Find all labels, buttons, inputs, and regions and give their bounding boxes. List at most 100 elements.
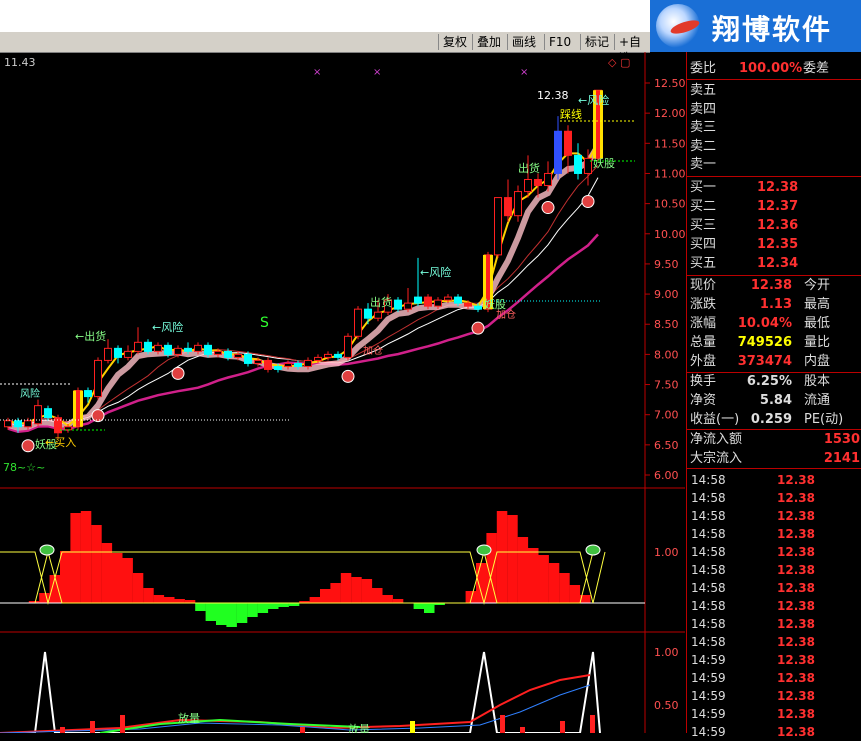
candle-body — [554, 130, 562, 174]
tick-price: 12.38 — [777, 491, 815, 505]
candle-body — [4, 420, 12, 428]
stat-label2: 最低 — [804, 316, 831, 331]
tick-row: 14:58 12.38 — [687, 489, 861, 507]
price-tick-label: 8.50 — [654, 318, 679, 331]
indicator1-bar — [340, 573, 352, 603]
tick-price: 12.38 — [777, 599, 815, 613]
top-marker-icon: × — [373, 67, 381, 78]
indicator1-bar — [548, 563, 560, 603]
tick-time: 14:58 — [691, 491, 726, 505]
tick-time: 14:58 — [691, 473, 726, 487]
tick-time: 14:59 — [691, 671, 726, 685]
candle-body — [504, 197, 512, 217]
tick-price: 12.38 — [777, 527, 815, 541]
buy-level-row: 买二 12.37 — [687, 198, 861, 216]
quote-panel: 委比 100.00% 委差 卖五 卖四 卖三 卖二 卖一 买一 12.38 买二 12.37 买… — [686, 52, 861, 739]
indicator1-bar — [382, 595, 393, 603]
chart-toolbar: 复权 叠加 画线 F10 标记 +自选 — [0, 32, 650, 65]
stat-label: 外盘 — [690, 354, 717, 369]
stat-label2: 今开 — [804, 278, 831, 293]
indicator1-bar — [559, 573, 570, 603]
price-tick-label: 6.00 — [654, 469, 679, 482]
tick-row: 14:59 12.38 — [687, 687, 861, 705]
stat2-row: 换手 6.25% 股本 — [687, 373, 861, 391]
stat2-label: 净资 — [690, 393, 717, 408]
candle-body — [344, 335, 352, 358]
candle-body — [94, 359, 102, 398]
indicator1-bar — [91, 525, 102, 603]
tick-time: 14:58 — [691, 563, 726, 577]
indicator1-bar — [164, 597, 175, 603]
logo-text: 翔博软件 — [712, 13, 833, 46]
indicator1-bar — [476, 563, 487, 603]
tick-row: 14:58 12.38 — [687, 525, 861, 543]
candle-body — [204, 344, 212, 355]
logo-globe-icon — [656, 4, 701, 48]
candle-body — [64, 426, 72, 431]
candle-body — [124, 350, 132, 358]
tick-time: 14:59 — [691, 653, 726, 667]
s-signal-label: S — [260, 315, 269, 331]
candle-body — [14, 420, 22, 428]
overlay-button[interactable]: 叠加 — [472, 34, 505, 50]
candlestick-chart[interactable]: 12.50 12.00 11.50 11.00 10.50 10.00 9.50 9.00 8.… — [0, 52, 685, 733]
sell-level-row: 卖四 — [687, 101, 861, 119]
candle-body — [114, 347, 122, 358]
stat-label: 涨跌 — [690, 297, 717, 312]
tick-time: 14:58 — [691, 635, 726, 649]
candle-body — [274, 365, 282, 370]
add-watchlist-button[interactable]: +自选 — [614, 34, 650, 65]
flow-value: 2141 — [823, 451, 860, 466]
sell-level-row: 卖二 — [687, 138, 861, 156]
mark-button[interactable]: 标记 — [580, 34, 613, 50]
tick-row: 14:58 12.38 — [687, 579, 861, 597]
candle-body — [524, 178, 532, 193]
draw-line-button[interactable]: 画线 — [507, 34, 540, 50]
candle-body — [364, 308, 372, 319]
wave-label: 78~☆~ — [3, 461, 45, 474]
indicator1-bar — [507, 515, 518, 603]
tick-time: 14:59 — [691, 725, 726, 739]
price-tick-label: 11.50 — [654, 137, 685, 150]
signal-leaf-icon — [585, 544, 601, 556]
f10-button[interactable]: F10 — [544, 34, 575, 50]
sell-label: 卖四 — [690, 101, 717, 117]
sell-label: 卖三 — [690, 120, 717, 135]
tick-row: 14:58 12.38 — [687, 471, 861, 489]
tick-time: 14:58 — [691, 545, 726, 559]
buy-level-row: 买一 12.38 — [687, 179, 861, 197]
tick-row: 14:58 12.38 — [687, 561, 861, 579]
indicator1-bar — [278, 603, 289, 607]
candle-body — [464, 302, 472, 307]
tick-row: 14:58 12.38 — [687, 615, 861, 633]
out-label: 出货 — [370, 295, 392, 309]
signal-ball-icon — [171, 366, 185, 380]
indicator2-bar — [410, 721, 415, 733]
fuquan-button[interactable]: 复权 — [438, 34, 471, 50]
price-tick-label: 7.50 — [654, 379, 679, 392]
candle-body — [494, 197, 502, 256]
tick-row: 14:59 12.38 — [687, 705, 861, 723]
tick-price: 12.38 — [777, 671, 815, 685]
tick-row: 14:59 12.38 — [687, 723, 861, 741]
tick-price: 12.38 — [777, 581, 815, 595]
indicator2-bar — [520, 727, 525, 733]
stat-row: 现价 12.38 今开 — [687, 277, 861, 295]
risk-label: 风险 — [20, 387, 40, 400]
candle-body — [564, 130, 572, 156]
candle-body — [514, 191, 522, 217]
stat-row: 涨跌 1.13 最高 — [687, 296, 861, 314]
signal-ball-icon — [21, 439, 35, 453]
candle-body — [424, 296, 432, 307]
tick-price: 12.38 — [777, 725, 815, 739]
tick-price: 12.38 — [777, 653, 815, 667]
indicator1-bar — [60, 551, 71, 603]
sell-level-row: 卖三 — [687, 119, 861, 137]
tick-time: 14:59 — [691, 689, 726, 703]
stat2-label2: PE(动) — [804, 412, 844, 427]
indicator1-bar — [236, 603, 248, 623]
candle-body — [234, 353, 242, 358]
price-tick-label: 7.00 — [654, 409, 679, 422]
stat2-row: 净资 5.84 流通 — [687, 392, 861, 410]
tick-price: 12.38 — [777, 509, 815, 523]
